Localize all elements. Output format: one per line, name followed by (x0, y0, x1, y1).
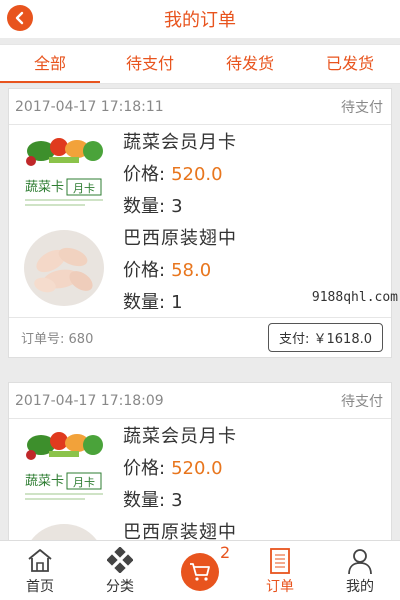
vegetable-card-image: 蔬菜卡 月卡 (21, 131, 107, 213)
order-icon (270, 548, 290, 574)
order-item[interactable]: 蔬菜卡 月卡 蔬菜会员月卡 价格: 520.0 数量: 3 (9, 419, 391, 515)
tab-pending-payment[interactable]: 待支付 (100, 45, 200, 83)
order-item[interactable]: 蔬菜卡 月卡 蔬菜会员月卡 价格: 520.0 数量: 3 (9, 125, 391, 221)
tab-pending-shipment[interactable]: 待发货 (200, 45, 300, 83)
page-title: 我的订单 (164, 10, 236, 31)
bottom-nav: 首页 分类 2 订单 我的 (0, 540, 400, 600)
order-header: 2017-04-17 17:18:09 待支付 (9, 383, 391, 419)
price-label: 价格: (123, 164, 166, 185)
order-number-value: 680 (68, 332, 94, 347)
cart-count-badge: 2 (220, 543, 231, 562)
header-bar: 我的订单 (0, 0, 400, 38)
order-number-label: 订单号: (21, 332, 65, 347)
qty-label: 数量: (123, 196, 166, 217)
item-info: 巴西原装翅中 (123, 517, 237, 540)
item-qty: 1 (171, 292, 183, 313)
tab-all[interactable]: 全部 (0, 45, 100, 83)
item-price-row: 价格: 58.0 (123, 255, 237, 287)
svg-text:月卡: 月卡 (73, 182, 95, 195)
svg-text:蔬菜卡: 蔬菜卡 (25, 180, 64, 195)
order-status: 待支付 (341, 393, 383, 410)
order-card[interactable]: 2017-04-17 17:18:09 待支付 蔬菜卡 月卡 蔬菜会员月卡 价格… (8, 382, 392, 540)
vegetable-card-image: 蔬菜卡 月卡 (21, 425, 107, 507)
home-icon (28, 549, 52, 572)
price-label: 价格: (123, 458, 166, 479)
item-qty-row: 数量: 1 (123, 287, 237, 319)
category-icon (107, 547, 133, 573)
order-list[interactable]: 2017-04-17 17:18:11 待支付 蔬菜卡 月卡 蔬菜会员月卡 价格… (0, 88, 400, 540)
nav-profile-label: 我的 (346, 579, 374, 595)
order-item[interactable]: 巴西原装翅中 (9, 515, 391, 540)
nav-home[interactable]: 首页 (0, 541, 80, 600)
order-card[interactable]: 2017-04-17 17:18:11 待支付 蔬菜卡 月卡 蔬菜会员月卡 价格… (8, 88, 392, 358)
chicken-wings-image (21, 227, 107, 309)
svg-text:月卡: 月卡 (73, 476, 95, 489)
qty-label: 数量: (123, 490, 166, 511)
item-price: 520.0 (171, 458, 223, 479)
nav-orders[interactable]: 订单 (240, 541, 320, 600)
cart-button[interactable] (181, 553, 219, 591)
order-footer: 订单号: 680 支付: ￥1618.0 (9, 317, 391, 357)
item-price-row: 价格: 520.0 (123, 159, 237, 191)
item-qty: 3 (171, 490, 183, 511)
price-label: 价格: (123, 260, 166, 281)
order-status: 待支付 (341, 99, 383, 116)
cart-icon (190, 563, 210, 581)
qty-label: 数量: (123, 292, 166, 313)
order-header: 2017-04-17 17:18:11 待支付 (9, 89, 391, 125)
user-icon (348, 549, 372, 575)
item-name: 蔬菜会员月卡 (123, 426, 237, 447)
order-time: 2017-04-17 17:18:11 (15, 98, 164, 115)
nav-cart[interactable]: 2 (160, 541, 240, 600)
order-number: 订单号: 680 (21, 328, 93, 347)
nav-category[interactable]: 分类 (80, 541, 160, 600)
chicken-wings-image (21, 521, 107, 540)
item-info: 蔬菜会员月卡 价格: 520.0 数量: 3 (123, 127, 237, 223)
item-qty-row: 数量: 3 (123, 191, 237, 223)
item-price: 520.0 (171, 164, 223, 185)
item-info: 巴西原装翅中 价格: 58.0 数量: 1 (123, 223, 237, 319)
back-button[interactable] (7, 5, 33, 31)
item-name: 蔬菜会员月卡 (123, 132, 237, 153)
item-name: 巴西原装翅中 (123, 228, 237, 249)
watermark: 9188qhl.com (311, 290, 398, 305)
nav-orders-label: 订单 (266, 579, 294, 595)
order-tabs: 全部 待支付 待发货 已发货 (0, 44, 400, 84)
item-name: 巴西原装翅中 (123, 522, 237, 540)
order-time: 2017-04-17 17:18:09 (15, 392, 164, 409)
nav-home-label: 首页 (26, 579, 54, 595)
item-qty-row: 数量: 3 (123, 485, 237, 517)
chevron-left-icon (15, 11, 24, 25)
tab-shipped[interactable]: 已发货 (300, 45, 400, 83)
item-price-row: 价格: 520.0 (123, 453, 237, 485)
pay-button[interactable]: 支付: ￥1618.0 (268, 323, 383, 352)
item-info: 蔬菜会员月卡 价格: 520.0 数量: 3 (123, 421, 237, 517)
nav-profile[interactable]: 我的 (320, 541, 400, 600)
svg-text:蔬菜卡: 蔬菜卡 (25, 474, 64, 489)
item-qty: 3 (171, 196, 183, 217)
nav-category-label: 分类 (106, 579, 134, 595)
item-price: 58.0 (171, 260, 212, 281)
